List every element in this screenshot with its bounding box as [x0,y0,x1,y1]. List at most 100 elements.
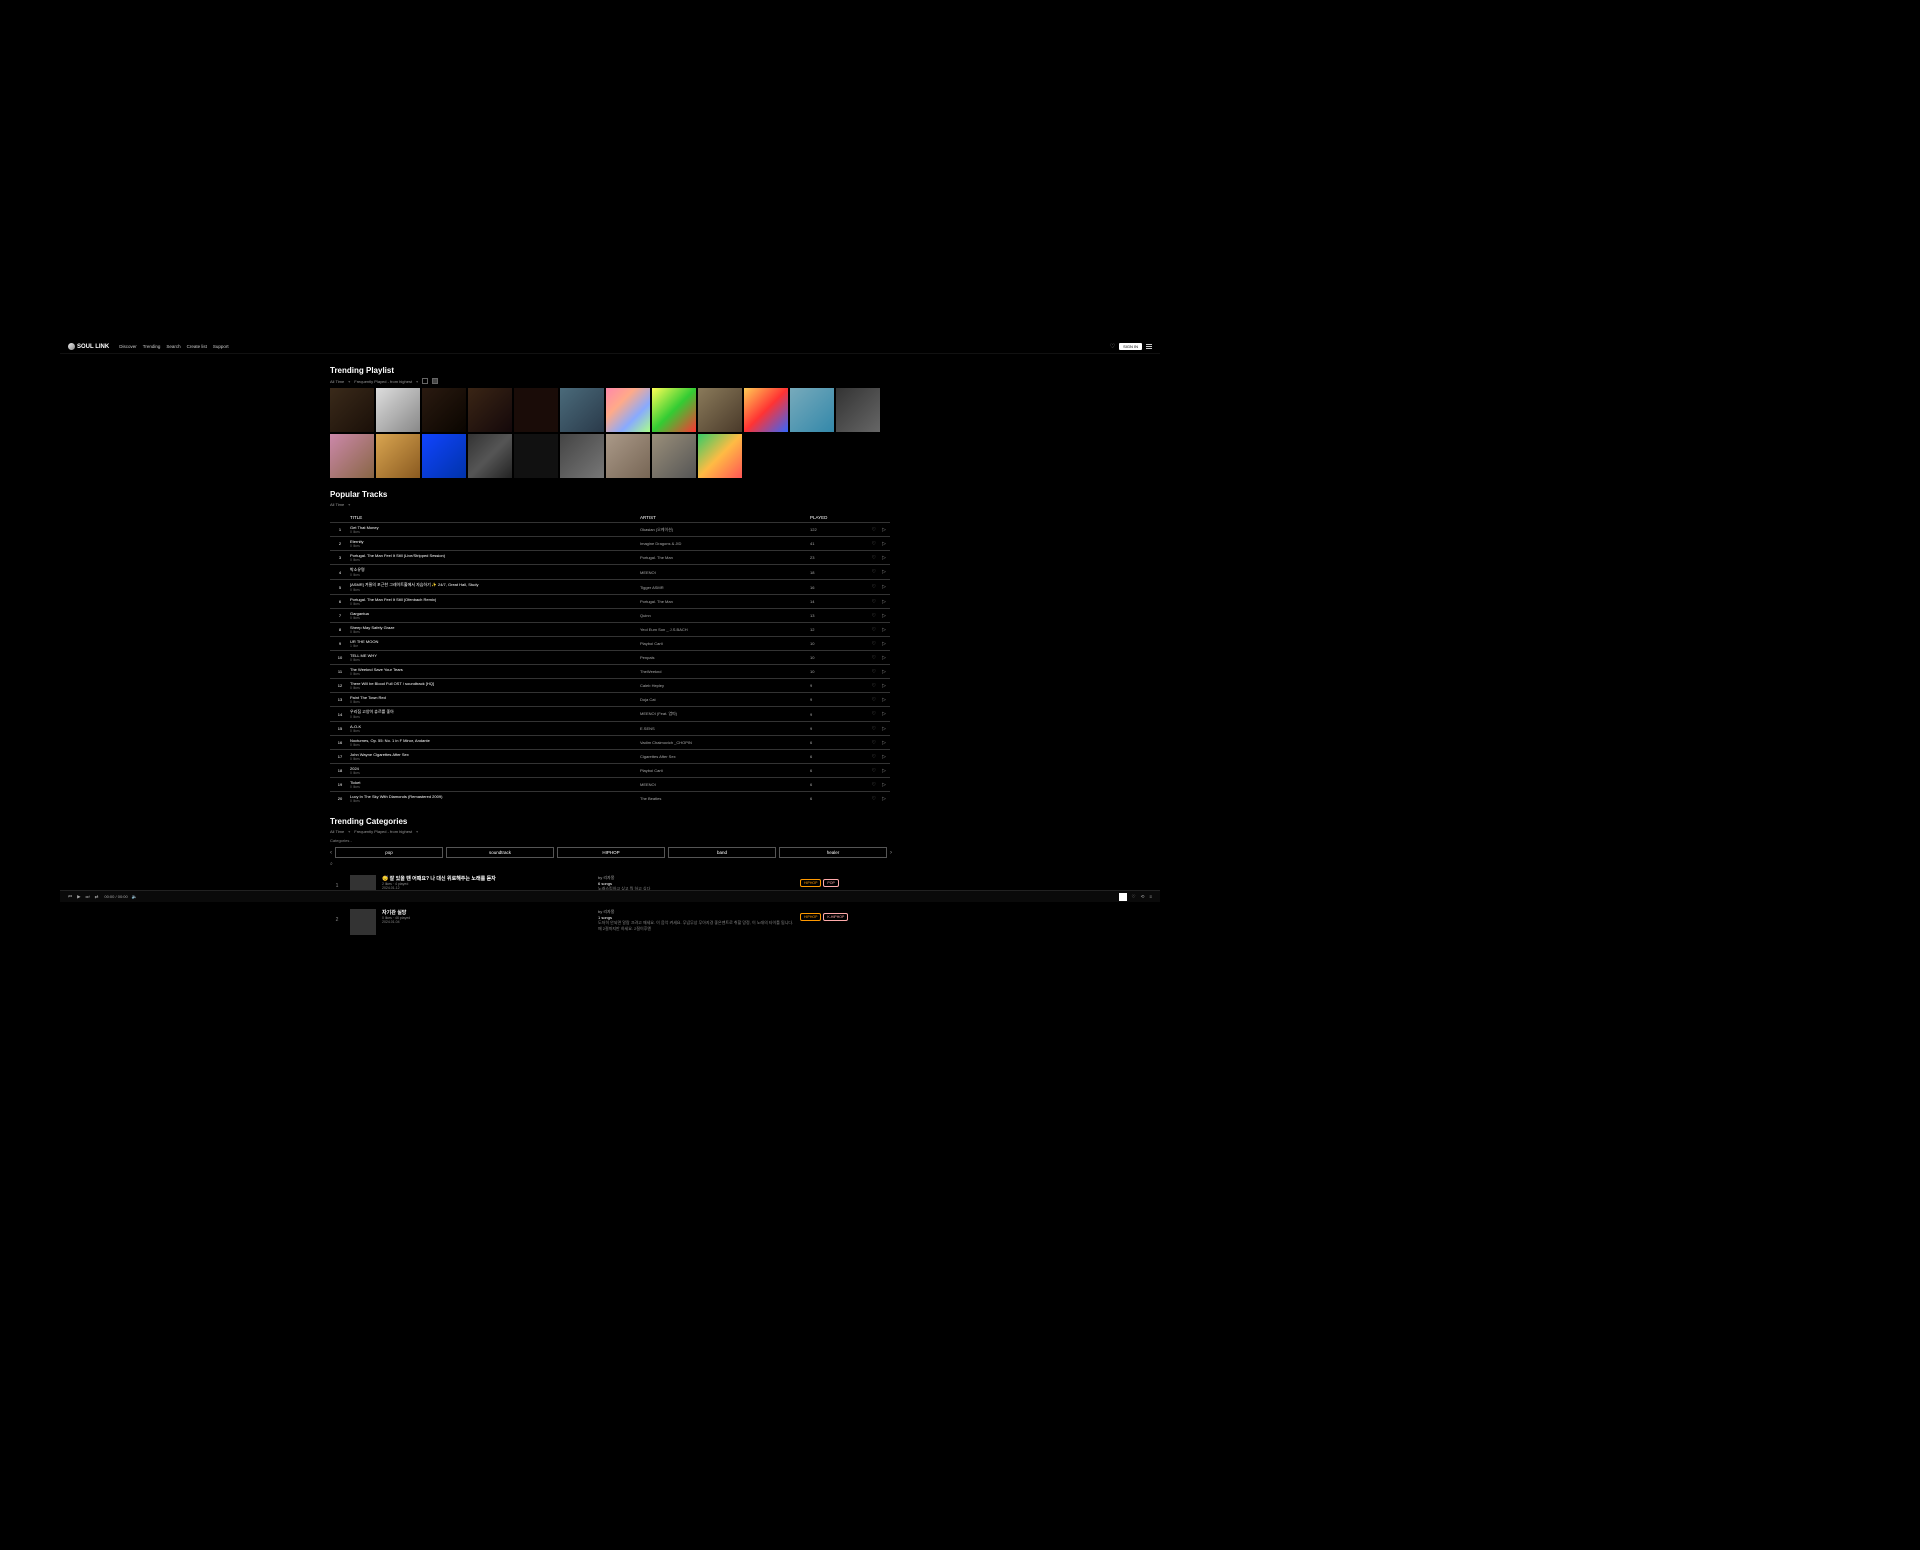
player-volume-icon[interactable]: 🔈 [132,894,138,900]
tag[interactable]: K-HIPHOP [823,913,848,921]
search-icon[interactable]: ⌕ [330,861,890,867]
player-shuffle-icon[interactable]: ⇄ [95,894,99,900]
heart-icon[interactable]: ♡ [872,697,876,703]
heart-icon[interactable]: ♡ [872,599,876,605]
playlist-tile[interactable] [422,388,466,432]
table-row[interactable]: 12There Will be Blood Full OST / soundtr… [330,678,890,692]
playlist-tile[interactable] [790,388,834,432]
heart-icon[interactable]: ♡ [872,584,876,590]
table-row[interactable]: 19Ticket0 likesMEENOI6♡▷ [330,777,890,791]
player-queue-icon[interactable]: ≡ [1149,894,1152,899]
player-next-icon[interactable]: ⏭ [86,894,90,900]
table-row[interactable]: 9UR THE MOON1 likePlayboi Carti10♡▷ [330,636,890,650]
play-icon[interactable]: ▷ [882,697,886,703]
table-row[interactable]: 4박소유명0 likesMEENOI18♡▷ [330,564,890,579]
playlist-tile[interactable] [330,434,374,478]
table-row[interactable]: 3Portugal. The Man Feel It Still (Live/S… [330,550,890,564]
play-icon[interactable]: ▷ [882,655,886,661]
player-prev-icon[interactable]: ⏮ [68,894,72,900]
tag[interactable]: HIPHOP [800,913,821,921]
tag[interactable]: POP [823,879,838,887]
play-icon[interactable]: ▷ [882,669,886,675]
nav-discover[interactable]: Discover [119,344,137,349]
table-row[interactable]: 20Lucy In The Sky With Diamonds (Remaste… [330,791,890,805]
heart-icon[interactable]: ♡ [872,669,876,675]
heart-icon[interactable]: ♡ [872,726,876,732]
table-row[interactable]: 13Paint The Town Red0 likesDoja Cat9♡▷ [330,692,890,706]
table-row[interactable]: 8Sheep May Safely Graze0 likesYeol Eum S… [330,622,890,636]
playlist-tile[interactable] [698,434,742,478]
table-row[interactable]: 2Eternity0 likesImagine Dragons & JID41♡… [330,536,890,550]
heart-icon[interactable]: ♡ [872,541,876,547]
playlist-tile[interactable] [652,388,696,432]
player-play-icon[interactable]: ▶ [77,894,80,900]
table-row[interactable]: 17John Wayne Cigarettes After Sex0 likes… [330,749,890,763]
playlist-tile[interactable] [560,388,604,432]
nav-search[interactable]: Search [166,344,180,349]
heart-icon[interactable]: ♡ [872,782,876,788]
heart-icon[interactable]: ♡ [872,641,876,647]
table-row[interactable]: 11The Weeknd Save Your Tears0 likesTheWe… [330,664,890,678]
table-row[interactable]: 1820240 likesPlayboi Carti6♡▷ [330,763,890,777]
table-row[interactable]: 7Gargantua0 likesQuinn13♡▷ [330,608,890,622]
playlist-tile[interactable] [560,434,604,478]
playlist-tile[interactable] [606,434,650,478]
play-icon[interactable]: ▷ [882,541,886,547]
heart-icon[interactable]: ♡ [872,527,876,533]
nav-trending[interactable]: Trending [143,344,161,349]
heart-icon[interactable]: ♡ [872,627,876,633]
heart-icon[interactable]: ♡ [872,683,876,689]
brand-logo[interactable]: SOUL LINK [68,343,109,350]
play-icon[interactable]: ▷ [882,754,886,760]
category-pill[interactable]: soundtrack [446,847,554,858]
play-icon[interactable]: ▷ [882,527,886,533]
heart-icon[interactable]: ♡ [872,796,876,802]
heart-icon[interactable]: ♡ [872,555,876,561]
playlist-tile[interactable] [376,388,420,432]
play-icon[interactable]: ▷ [882,555,886,561]
category-item[interactable]: 2자기관 실망0 likes · 46 played2024.01.04by 리… [330,909,890,935]
playlist-tile[interactable] [468,388,512,432]
filter-frequency-cat[interactable]: Frequently Played - from highest [354,829,412,834]
tag[interactable]: HIPHOP [800,879,821,887]
filter-all-time[interactable]: All Time [330,379,344,384]
play-icon[interactable]: ▷ [882,599,886,605]
category-pill[interactable]: pop [335,847,443,858]
table-row[interactable]: 14우리집 고양이 츄르를 좋아0 likesMEENOI (Feat. 염따)… [330,706,890,721]
playlist-tile[interactable] [836,388,880,432]
play-icon[interactable]: ▷ [882,768,886,774]
play-icon[interactable]: ▷ [882,796,886,802]
play-icon[interactable]: ▷ [882,613,886,619]
sign-in-button[interactable]: SIGN IN [1119,343,1142,350]
notification-icon[interactable]: ♡ [1110,343,1115,350]
play-icon[interactable]: ▷ [882,711,886,717]
playlist-tile[interactable] [744,388,788,432]
playlist-tile[interactable] [330,388,374,432]
filter-all-time-cat[interactable]: All Time [330,829,344,834]
play-icon[interactable]: ▷ [882,782,886,788]
cat-prev-icon[interactable]: ‹ [330,850,332,856]
play-icon[interactable]: ▷ [882,584,886,590]
play-icon[interactable]: ▷ [882,569,886,575]
table-row[interactable]: 1Get That Money0 likesOkasian (오케이션)122♡… [330,522,890,536]
playlist-tile[interactable] [468,434,512,478]
player-thumbnail[interactable] [1119,893,1127,901]
heart-icon[interactable]: ♡ [872,754,876,760]
playlist-tile[interactable] [422,434,466,478]
filter-frequency[interactable]: Frequently Played - from highest [354,379,412,384]
heart-icon[interactable]: ♡ [872,768,876,774]
category-pill[interactable]: band [668,847,776,858]
heart-icon[interactable]: ♡ [872,655,876,661]
play-icon[interactable]: ▷ [882,641,886,647]
view-grid-icon[interactable] [422,378,428,384]
category-pill[interactable]: healer [779,847,887,858]
table-row[interactable]: 5[ASMR] 겨울의 포근한 그레이트홀에서 자습하기 ✨ 24/7, Gre… [330,579,890,594]
playlist-tile[interactable] [698,388,742,432]
playlist-tile[interactable] [514,434,558,478]
heart-icon[interactable]: ♡ [872,711,876,717]
playlist-tile[interactable] [514,388,558,432]
table-row[interactable]: 10TELL ME WHY0 likesPenpals10♡▷ [330,650,890,664]
play-icon[interactable]: ▷ [882,726,886,732]
play-icon[interactable]: ▷ [882,740,886,746]
category-pill[interactable]: HIPHOP [557,847,665,858]
